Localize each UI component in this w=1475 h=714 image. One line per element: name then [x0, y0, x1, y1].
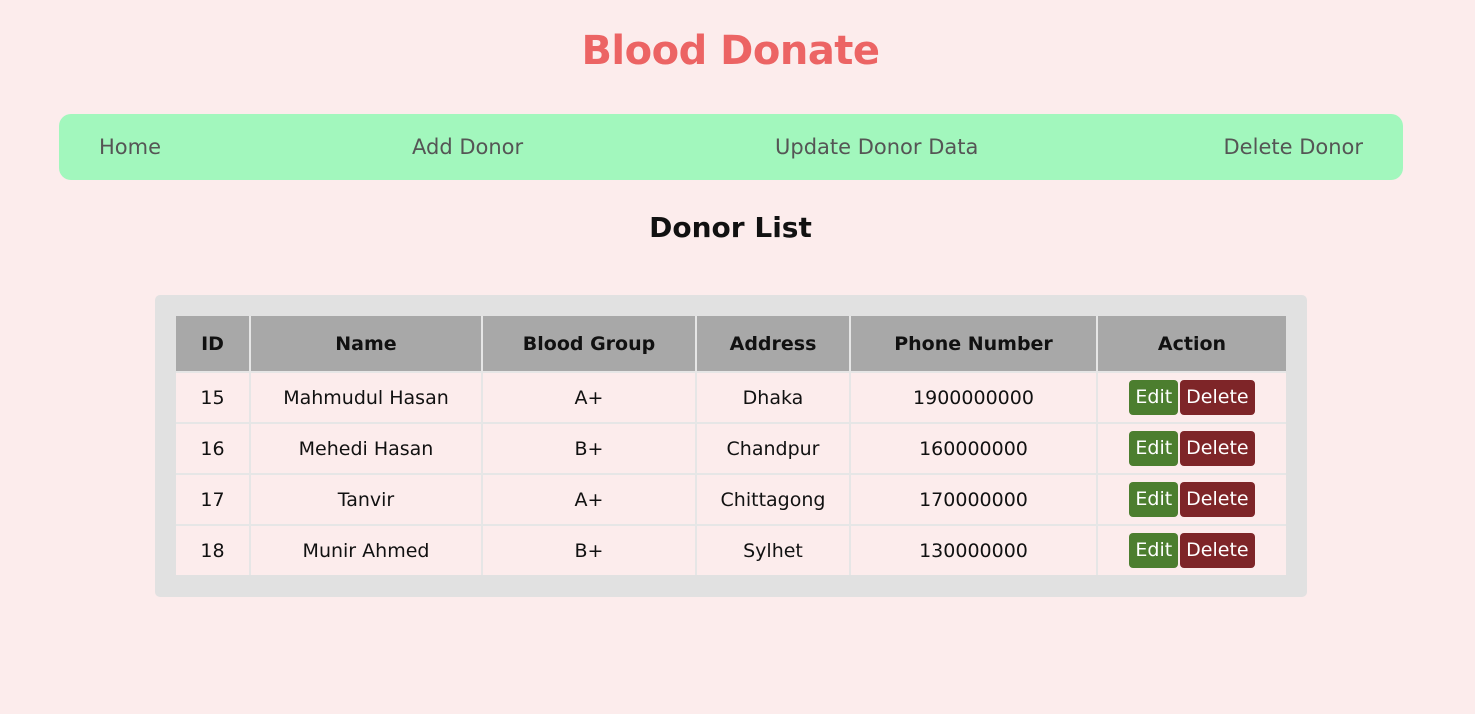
cell-action: Edit Delete: [1096, 423, 1286, 475]
cell-address: Dhaka: [695, 372, 850, 424]
cell-blood-group: B+: [481, 525, 696, 575]
cell-id: 17: [176, 474, 250, 526]
cell-id: 18: [176, 525, 250, 575]
delete-button[interactable]: Delete: [1180, 533, 1255, 568]
delete-button[interactable]: Delete: [1180, 380, 1255, 415]
table-row: 15 Mahmudul Hasan A+ Dhaka 1900000000 Ed…: [176, 372, 1286, 424]
cell-blood-group: A+: [481, 372, 696, 424]
cell-action: Edit Delete: [1096, 474, 1286, 526]
column-header-address: Address: [695, 316, 850, 373]
main-nav: Home Add Donor Update Donor Data Delete …: [59, 114, 1403, 180]
cell-address: Chandpur: [695, 423, 850, 475]
column-header-id: ID: [176, 316, 250, 373]
nav-link-home[interactable]: Home: [99, 114, 161, 180]
cell-action: Edit Delete: [1096, 525, 1286, 575]
cell-name: Munir Ahmed: [249, 525, 482, 575]
cell-address: Sylhet: [695, 525, 850, 575]
cell-phone: 1900000000: [849, 372, 1097, 424]
cell-phone: 160000000: [849, 423, 1097, 475]
edit-button[interactable]: Edit: [1129, 482, 1179, 517]
delete-button[interactable]: Delete: [1180, 482, 1255, 517]
nav-link-update-donor-data[interactable]: Update Donor Data: [775, 114, 978, 180]
cell-name: Mahmudul Hasan: [249, 372, 482, 424]
cell-name: Mehedi Hasan: [249, 423, 482, 475]
cell-blood-group: A+: [481, 474, 696, 526]
table-row: 16 Mehedi Hasan B+ Chandpur 160000000 Ed…: [176, 423, 1286, 475]
column-header-phone-number: Phone Number: [849, 316, 1097, 373]
edit-button[interactable]: Edit: [1129, 380, 1179, 415]
table-row: 18 Munir Ahmed B+ Sylhet 130000000 Edit D…: [176, 525, 1286, 575]
delete-button[interactable]: Delete: [1180, 431, 1255, 466]
cell-name: Tanvir: [249, 474, 482, 526]
site-title: Blood Donate: [581, 28, 880, 74]
table-header-row: ID Name Blood Group Address Phone Number…: [176, 316, 1286, 373]
column-header-name: Name: [249, 316, 482, 373]
column-header-blood-group: Blood Group: [481, 316, 696, 373]
cell-phone: 170000000: [849, 474, 1097, 526]
cell-id: 16: [176, 423, 250, 475]
donor-list-title: Donor List: [649, 211, 812, 244]
table-row: 17 Tanvir A+ Chittagong 170000000 Edit De…: [176, 474, 1286, 526]
donor-table-card: ID Name Blood Group Address Phone Number…: [155, 295, 1307, 597]
nav-link-add-donor[interactable]: Add Donor: [412, 114, 523, 180]
cell-blood-group: B+: [481, 423, 696, 475]
cell-phone: 130000000: [849, 525, 1097, 575]
donor-table: ID Name Blood Group Address Phone Number…: [176, 316, 1286, 575]
edit-button[interactable]: Edit: [1129, 533, 1179, 568]
cell-address: Chittagong: [695, 474, 850, 526]
cell-id: 15: [176, 372, 250, 424]
column-header-action: Action: [1096, 316, 1286, 373]
cell-action: Edit Delete: [1096, 372, 1286, 424]
nav-link-delete-donor[interactable]: Delete Donor: [1224, 114, 1363, 180]
edit-button[interactable]: Edit: [1129, 431, 1179, 466]
